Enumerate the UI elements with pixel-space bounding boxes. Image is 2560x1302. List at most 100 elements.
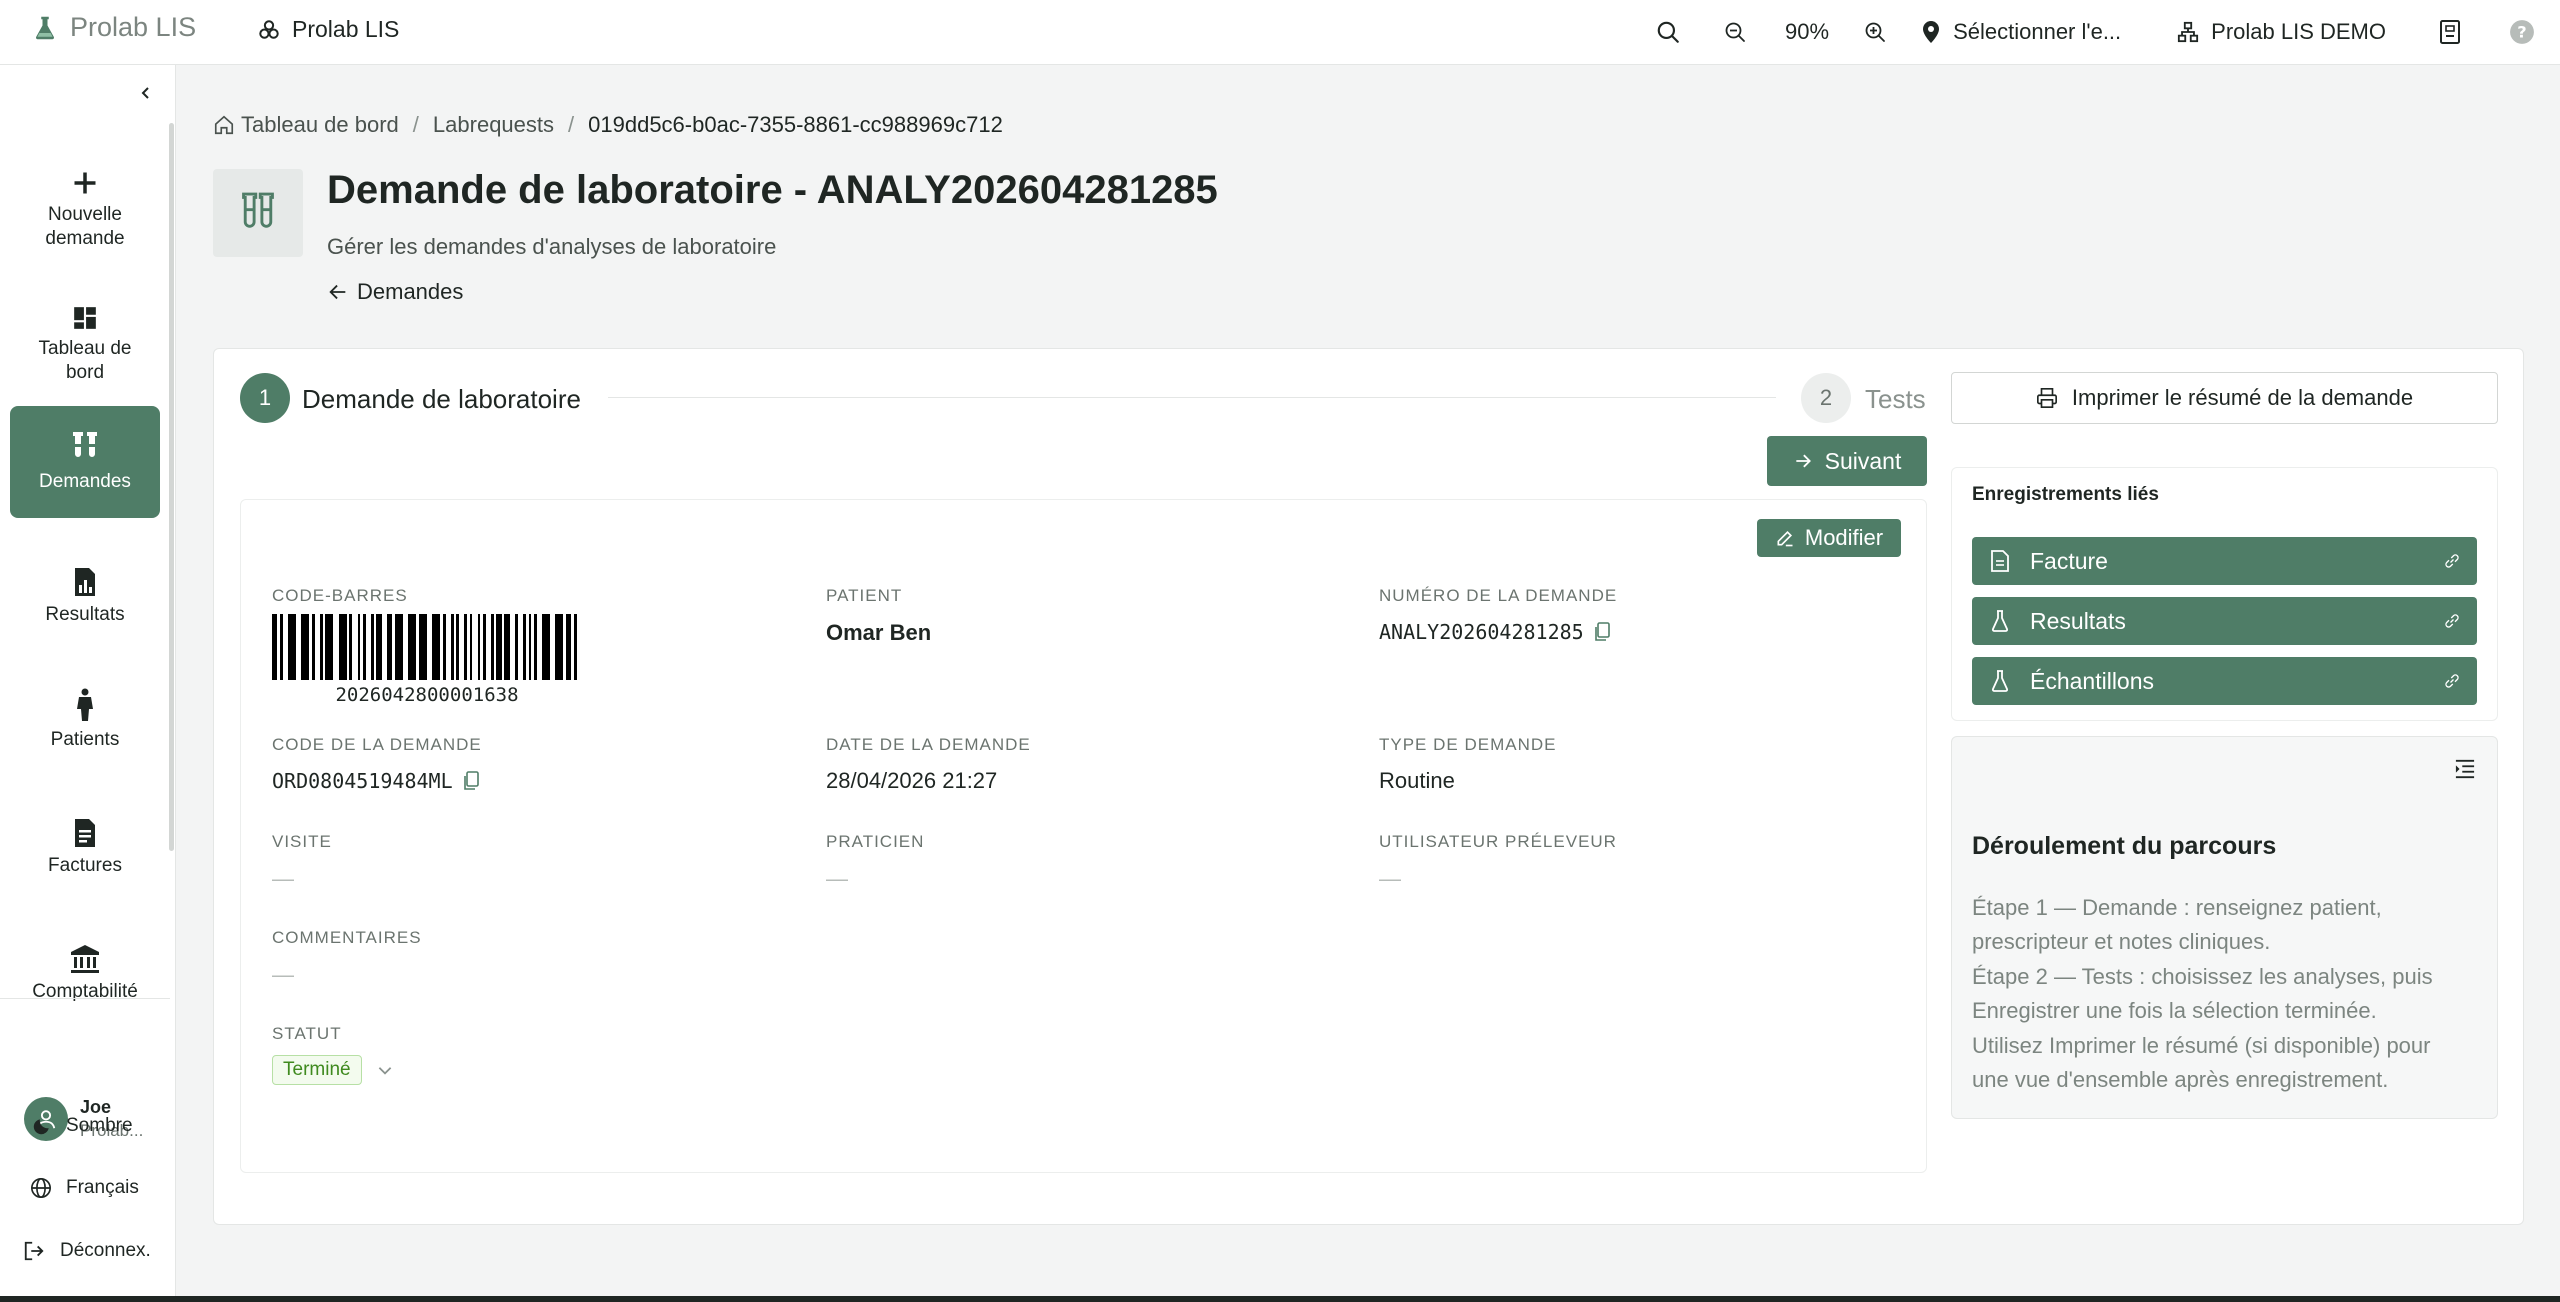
barcode-bar xyxy=(576,614,582,680)
sidebar-item-new-request[interactable]: Nouvelle demande xyxy=(10,151,160,263)
back-to-requests-link[interactable]: Demandes xyxy=(327,279,463,305)
request-number-label: NUMÉRO DE LA DEMANDE xyxy=(1379,586,1618,605)
sidebar-item-results[interactable]: Resultats xyxy=(10,540,160,650)
breadcrumb-section[interactable]: Labrequests xyxy=(433,112,554,138)
zoom-in-icon xyxy=(1865,22,1885,42)
top-bar: Prolab LIS Prolab LIS 90% Sélectionner l… xyxy=(0,0,2560,65)
request-date-label: DATE DE LA DEMANDE xyxy=(826,735,1031,754)
guide-title: Déroulement du parcours xyxy=(1972,832,2277,860)
next-button-label: Suivant xyxy=(1824,447,1902,474)
breadcrumb-home[interactable]: Tableau de bord xyxy=(213,112,399,138)
guide-line: Étape 1 — Demande : renseignez patient, xyxy=(1972,895,2382,920)
sidebar-item-label: Resultats xyxy=(45,604,125,625)
zoom-out-button[interactable] xyxy=(1713,0,1757,64)
breadcrumb-current: 019dd5c6-b0ac-7355-8861-cc988969c712 xyxy=(588,112,1003,137)
breadcrumb-separator: / xyxy=(568,112,575,137)
indent-list-icon xyxy=(2455,759,2475,779)
org-tree-icon xyxy=(2178,21,2199,43)
breadcrumb: Tableau de bord / Labrequests / 019dd5c6… xyxy=(213,112,1003,138)
linked-records-title: Enregistrements liés xyxy=(1972,484,2159,505)
next-button[interactable]: Suivant xyxy=(1767,436,1927,486)
app-switcher-label: Prolab LIS xyxy=(292,16,400,42)
sidebar-item-label: Comptabilité xyxy=(32,981,138,1002)
copy-icon xyxy=(1594,622,1610,641)
theme-label: Sombre xyxy=(66,1115,133,1136)
language-selector[interactable]: Français xyxy=(30,1177,139,1199)
sidebar-item-dashboard[interactable]: Tableau de bord xyxy=(10,285,160,397)
plus-icon xyxy=(74,172,96,194)
request-code-label: CODE DE LA DEMANDE xyxy=(272,735,482,754)
language-label: Français xyxy=(66,1177,139,1198)
print-summary-button[interactable]: Imprimer le résumé de la demande xyxy=(1951,372,2498,424)
search-button[interactable] xyxy=(1643,0,1693,64)
location-selector[interactable]: Sélectionner l'e... xyxy=(1921,0,2121,64)
sidebar-item-label: Demandes xyxy=(39,471,131,492)
sidebar-item-invoices[interactable]: Factures xyxy=(10,791,160,901)
barcode-bar xyxy=(555,614,564,680)
print-summary-label: Imprimer le résumé de la demande xyxy=(2071,385,2414,410)
step-1-label[interactable]: Demande de laboratoire xyxy=(302,384,581,415)
patient-name[interactable]: Omar Ben xyxy=(826,620,931,646)
barcode-image xyxy=(272,614,582,680)
request-number-value: ANALY202604281285 xyxy=(1379,620,1584,644)
status-dropdown-toggle[interactable] xyxy=(376,1061,394,1079)
sidebar-item-patients[interactable]: Patients xyxy=(10,665,160,775)
app-switcher[interactable]: Prolab LIS xyxy=(258,16,399,43)
flask-logo-icon xyxy=(35,16,55,39)
step-2-indicator[interactable]: 2 xyxy=(1801,373,1851,423)
page-icon xyxy=(213,169,303,257)
edit-button[interactable]: Modifier xyxy=(1757,519,1901,557)
step-1-indicator[interactable]: 1 xyxy=(240,373,290,423)
linked-record-label: Échantillons xyxy=(2030,667,2155,694)
page-title: Demande de laboratoire - ANALY2026042812… xyxy=(327,168,1218,212)
linked-record-results[interactable]: Resultats xyxy=(1972,597,2477,645)
sidebar-item-requests[interactable]: Demandes xyxy=(10,406,160,518)
copy-request-number-button[interactable] xyxy=(1594,622,1610,642)
location-pin-icon xyxy=(1923,21,1940,43)
document-icon xyxy=(1991,550,2009,572)
practitioner-label: PRATICIEN xyxy=(826,832,925,851)
guide-collapse-button[interactable] xyxy=(2452,756,2478,782)
printer-icon xyxy=(2036,388,2057,408)
request-code-row: ORD0804519484ML xyxy=(272,769,479,793)
notes-button[interactable] xyxy=(2430,0,2470,64)
theme-toggle[interactable]: Sombre xyxy=(32,1115,133,1137)
sidebar-item-accounting[interactable]: Comptabilité xyxy=(10,917,160,1027)
arrow-left-icon xyxy=(329,284,346,300)
linked-record-invoice[interactable]: Facture xyxy=(1972,537,2477,585)
copy-request-code-button[interactable] xyxy=(463,771,479,791)
chevron-down-icon xyxy=(378,1067,391,1075)
sidebar-item-label: Factures xyxy=(48,855,122,876)
organization-selector[interactable]: Prolab LIS DEMO xyxy=(2177,0,2386,64)
logout-label: Déconnex. xyxy=(60,1240,151,1261)
link-icon xyxy=(2445,554,2459,568)
sidebar-scrollbar[interactable] xyxy=(169,123,174,851)
help-button[interactable]: ? xyxy=(2502,0,2542,64)
comments-label: COMMENTAIRES xyxy=(272,928,422,947)
practitioner-value: — xyxy=(826,866,848,891)
test-tubes-icon xyxy=(242,192,274,228)
step-2-label[interactable]: Tests xyxy=(1865,384,1926,415)
globe-icon xyxy=(31,1178,51,1198)
link-icon xyxy=(2445,674,2459,688)
barcode-bar xyxy=(288,614,297,680)
dashboard-icon xyxy=(74,307,96,329)
bank-icon xyxy=(71,945,99,973)
svg-text:?: ? xyxy=(2517,22,2526,41)
brand-logo[interactable]: Prolab LIS xyxy=(30,12,196,43)
home-icon xyxy=(214,115,234,135)
help-circle-icon: ? xyxy=(2510,20,2534,44)
sidebar-item-label: Nouvelle demande xyxy=(45,204,125,249)
logout-button[interactable]: Déconnex. xyxy=(22,1240,151,1262)
flask-icon xyxy=(1991,670,2009,692)
status-select[interactable]: Terminé xyxy=(272,1055,394,1085)
logout-icon xyxy=(24,1241,44,1261)
request-number-row: ANALY202604281285 xyxy=(1379,620,1610,644)
window-bottom-edge xyxy=(0,1296,2560,1302)
zoom-in-button[interactable] xyxy=(1853,0,1897,64)
request-type-value: Routine xyxy=(1379,768,1455,793)
barcode-bar xyxy=(301,614,310,680)
request-code-value: ORD0804519484ML xyxy=(272,769,453,793)
collapse-sidebar-button[interactable] xyxy=(134,81,158,105)
linked-record-samples[interactable]: Échantillons xyxy=(1972,657,2477,705)
